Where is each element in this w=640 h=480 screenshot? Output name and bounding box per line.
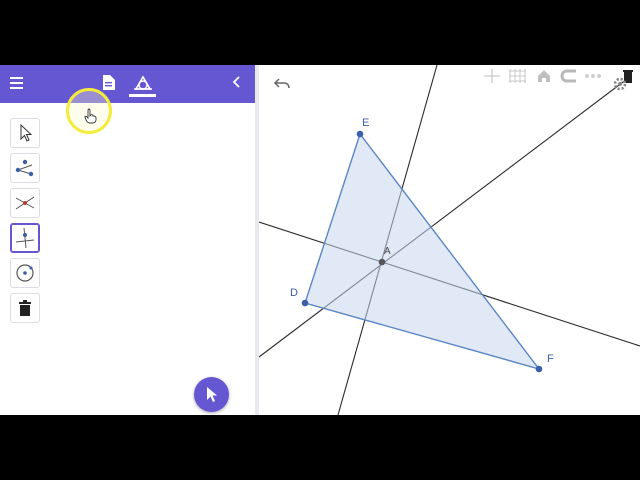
document-icon[interactable]: [102, 75, 115, 90]
point-label-A: A: [384, 246, 391, 257]
tool-point-segment[interactable]: [10, 153, 40, 183]
intersect-icon: [15, 196, 35, 210]
point-segment-icon: [15, 159, 34, 177]
graphics-view[interactable]: E D F A: [259, 65, 640, 415]
construction-canvas[interactable]: [259, 65, 640, 415]
hamburger-icon[interactable]: [10, 77, 23, 89]
app-frame: E D F A: [0, 65, 640, 415]
point-E[interactable]: [356, 130, 364, 138]
tool-intersect[interactable]: [10, 188, 40, 218]
undo-icon[interactable]: [273, 77, 291, 91]
perpendicular-line-icon: [15, 227, 35, 249]
move-arrow-icon: [20, 123, 33, 142]
tool-circle-center[interactable]: [10, 258, 40, 288]
cursor-arrow-icon: [207, 387, 217, 402]
point-label-D: D: [290, 287, 298, 299]
point-D[interactable]: [301, 299, 309, 307]
chevron-left-icon[interactable]: [231, 75, 243, 89]
point-A[interactable]: [378, 258, 386, 266]
gear-icon[interactable]: [612, 76, 628, 92]
tools-panel: [0, 65, 255, 415]
hand-cursor-icon: [84, 108, 97, 124]
point-F[interactable]: [535, 365, 543, 373]
tool-perpendicular-line[interactable]: [10, 223, 40, 253]
more-icon[interactable]: [583, 67, 603, 85]
point-label-F: F: [547, 353, 554, 365]
home-icon[interactable]: [534, 67, 554, 85]
tool-move[interactable]: [10, 118, 40, 148]
tools-tab-underline: [129, 94, 156, 97]
circle-with-center-icon: [16, 264, 34, 282]
triangle-DEF[interactable]: [304, 132, 541, 371]
point-label-E: E: [362, 117, 370, 129]
axes-icon[interactable]: [481, 67, 503, 85]
delete-icon: [19, 300, 31, 316]
magnet-icon[interactable]: [558, 67, 580, 85]
grid-icon[interactable]: [507, 67, 529, 85]
move-mode-button[interactable]: [194, 377, 229, 412]
geometry-tools-icon[interactable]: [133, 74, 153, 92]
tool-delete[interactable]: [10, 293, 40, 323]
panel-header: [0, 65, 255, 103]
